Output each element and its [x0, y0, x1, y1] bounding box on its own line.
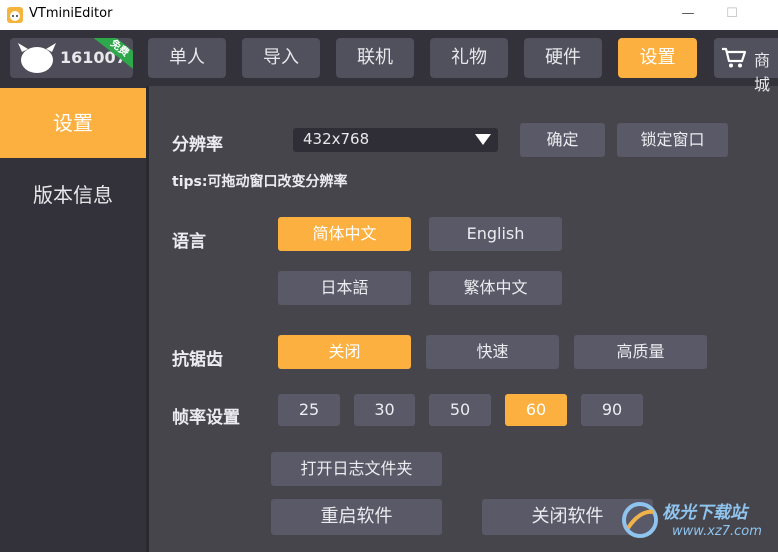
shop-label: 商城 [754, 51, 771, 94]
tab-settings[interactable]: 设置 [618, 38, 697, 78]
watermark-text: 极光下载站 [662, 503, 747, 523]
sidebar: 设置 版本信息 [0, 86, 146, 552]
sidebar-divider [146, 86, 149, 552]
tab-single[interactable]: 单人 [148, 38, 226, 78]
confirm-resolution-button[interactable]: 确定 [520, 123, 605, 157]
framerate-label: 帧率设置 [172, 408, 240, 428]
tab-hardware[interactable]: 硬件 [524, 38, 602, 78]
user-profile-button[interactable]: 161007... 免费 [10, 38, 133, 78]
watermark: 极光下载站 www.xz7.com [616, 498, 778, 548]
resolution-select[interactable]: 432x768 [293, 128, 498, 152]
app-root: 161007... 免费 单人 导入 联机 礼物 硬件 设置 商城 设置 版本信… [0, 30, 778, 552]
cart-icon [722, 47, 747, 68]
chevron-down-icon [475, 134, 491, 145]
watermark-url: www.xz7.com [672, 524, 762, 539]
tab-gifts[interactable]: 礼物 [430, 38, 508, 78]
app-icon [7, 7, 23, 23]
antialiasing-option-off[interactable]: 关闭 [278, 335, 411, 369]
sidebar-item-version-info[interactable]: 版本信息 [0, 160, 146, 230]
language-option-japanese[interactable]: 日本語 [278, 271, 411, 305]
antialiasing-label: 抗锯齿 [172, 350, 223, 370]
window-title-bar: VTminiEditor — ☐ [0, 0, 778, 30]
language-option-english[interactable]: English [429, 217, 562, 251]
framerate-option-60[interactable]: 60 [505, 394, 567, 426]
framerate-option-50[interactable]: 50 [429, 394, 491, 426]
language-option-zh-hant[interactable]: 繁体中文 [429, 271, 562, 305]
avatar-icon [18, 43, 56, 73]
antialiasing-option-fast[interactable]: 快速 [426, 335, 559, 369]
maximize-button[interactable]: ☐ [720, 3, 744, 25]
window-title: VTminiEditor [29, 6, 113, 21]
language-option-zh-hans[interactable]: 简体中文 [278, 217, 411, 251]
framerate-option-30[interactable]: 30 [354, 394, 415, 426]
sidebar-item-settings[interactable]: 设置 [0, 88, 146, 158]
open-log-folder-button[interactable]: 打开日志文件夹 [271, 452, 442, 486]
minimize-button[interactable]: — [676, 3, 700, 25]
watermark-logo-icon [622, 502, 658, 538]
tab-import[interactable]: 导入 [242, 38, 320, 78]
framerate-option-90[interactable]: 90 [581, 394, 643, 426]
tab-online[interactable]: 联机 [336, 38, 414, 78]
tab-shop[interactable]: 商城 [714, 38, 778, 94]
resolution-tips: tips:可拖动窗口改变分辨率 [172, 174, 348, 190]
top-nav: 161007... 免费 单人 导入 联机 礼物 硬件 设置 商城 [0, 30, 778, 94]
antialiasing-option-high[interactable]: 高质量 [574, 335, 707, 369]
lock-window-button[interactable]: 锁定窗口 [617, 123, 728, 157]
framerate-option-25[interactable]: 25 [278, 394, 340, 426]
restart-software-button[interactable]: 重启软件 [271, 499, 442, 535]
resolution-label: 分辨率 [172, 135, 223, 155]
resolution-value: 432x768 [303, 130, 370, 148]
language-label: 语言 [172, 232, 206, 252]
